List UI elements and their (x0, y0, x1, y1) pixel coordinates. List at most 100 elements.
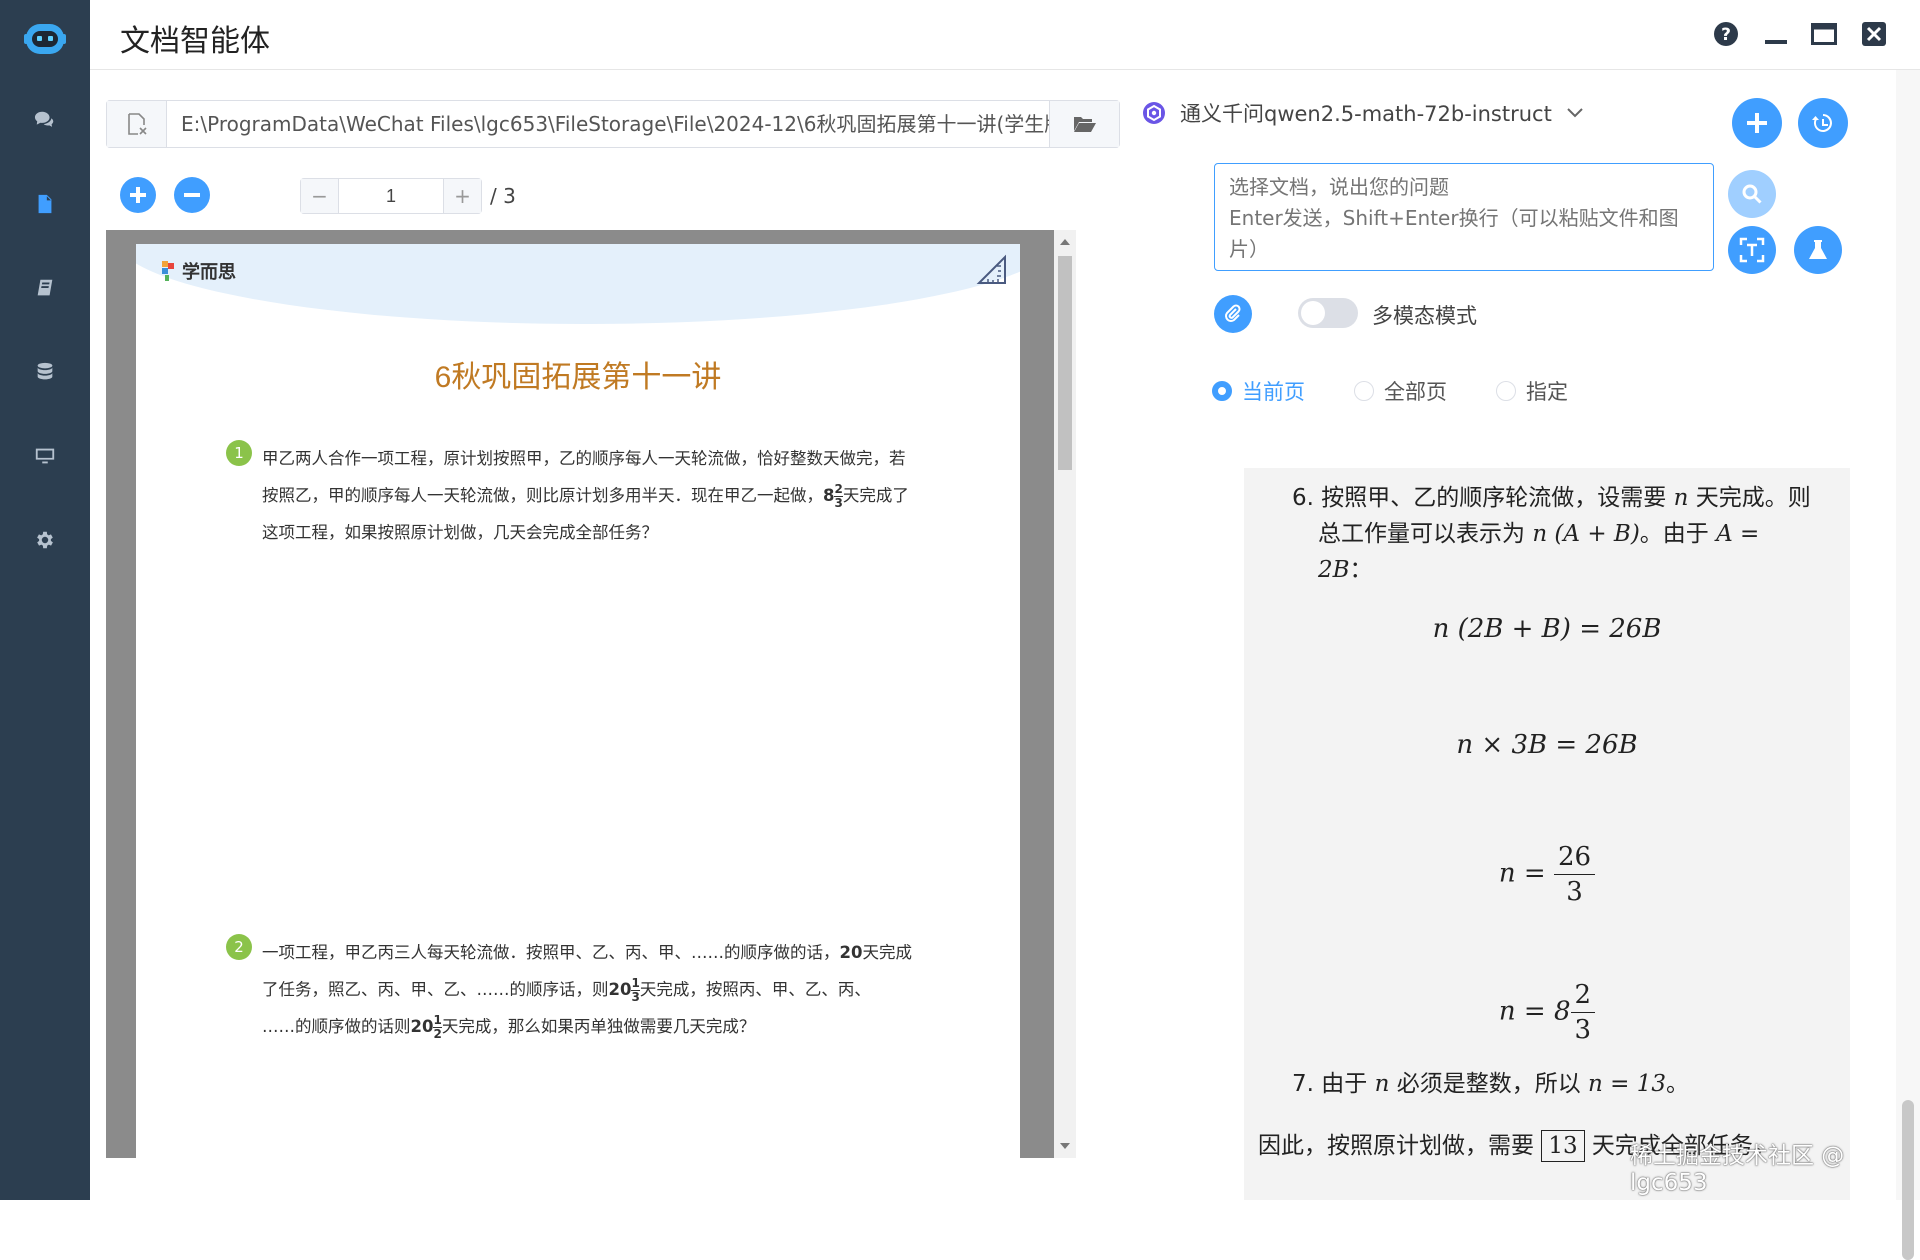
pdf-scrollbar[interactable] (1054, 230, 1076, 1158)
minimize-button[interactable] (1760, 18, 1792, 50)
equation-3: n = 26 3 (1244, 840, 1850, 909)
app-title: 文档智能体 (120, 24, 270, 59)
question-line: 了任务，照乙、丙、甲、乙、……的顺序话，则20 1 3 天完成，按照丙、甲、乙、丙、 (262, 976, 871, 1004)
question-line: 一项工程，甲乙丙三人每天轮流做．按照甲、乙、丙、甲、……的顺序做的话，20天完成 (262, 943, 912, 962)
watermark: 稀土掘金技术社区 @ lgc653 (1630, 1143, 1845, 1196)
page-increment-button[interactable]: + (443, 179, 481, 213)
equation-4: n = 823 (1244, 978, 1850, 1047)
toggle-knob (1301, 301, 1325, 325)
sidebar (0, 0, 90, 1200)
history-button[interactable] (1798, 98, 1848, 148)
radio-label: 全部页 (1384, 380, 1447, 404)
file-path-input[interactable]: E:\ProgramData\WeChat Files\lgc653\FileS… (167, 101, 1049, 147)
radio-label: 当前页 (1242, 380, 1305, 404)
folder-open-icon (1073, 117, 1096, 132)
open-folder-button[interactable] (1049, 101, 1119, 147)
ruler-icon (976, 254, 1006, 284)
sidebar-item-settings[interactable] (0, 498, 90, 582)
search-icon (1742, 184, 1762, 204)
question-number-badge: 1 (226, 440, 252, 466)
radio-dot (1354, 381, 1374, 401)
question-line: ……的顺序做的话则20 1 2 天完成，那么如果丙单独做需要几天完成？ (262, 1013, 756, 1041)
history-icon (1812, 114, 1832, 132)
question-line: 甲乙两人合作一项工程，原计划按照甲，乙的顺序每人一天轮流做，恰好整数天做完，若 (262, 449, 906, 468)
help-button[interactable]: ? (1710, 18, 1742, 50)
experiment-button[interactable] (1794, 226, 1842, 274)
close-icon (1862, 22, 1886, 46)
database-icon (37, 362, 53, 380)
brand-name: 学而思 (182, 262, 236, 283)
question-text: 甲乙两人合作一项工程，原计划按照甲，乙的顺序每人一天轮流做，恰好整数天做完，若 … (262, 440, 942, 551)
multimodal-toggle[interactable] (1298, 298, 1358, 328)
question-line: 按照乙，甲的顺序每人一天轮流做，则比原计划多用半天．现在甲乙一起做，8 2 3 天完成… (262, 482, 909, 510)
page-navigator: − + / 3 (300, 177, 516, 215)
flask-icon (1809, 240, 1827, 259)
answer-step-7: 7. 由于 n 必须是整数，所以 n = 13。 (1292, 1071, 1690, 1097)
plus-icon (1747, 113, 1767, 133)
radio-label: 指定 (1526, 380, 1568, 404)
question-number-badge: 2 (226, 934, 252, 960)
maximize-button[interactable] (1808, 18, 1840, 50)
question-line: 这项工程，如果按照原计划做，几天会完成全部任务？ (262, 523, 658, 542)
radio-current-page[interactable]: 当前页 (1212, 376, 1305, 406)
brand-logo: 学而思 (160, 258, 236, 284)
minus-icon (184, 193, 200, 197)
page-number-input[interactable] (339, 179, 443, 213)
monitor-icon (35, 448, 55, 464)
question-2: 2 一项工程，甲乙丙三人每天轮流做．按照甲、乙、丙、甲、……的顺序做的话，20天… (226, 934, 946, 1054)
maximize-icon (1811, 23, 1837, 45)
page-header-decoration (136, 244, 1020, 324)
document-icon (38, 194, 52, 214)
equation-1: n (2B + B) = 26B (1432, 614, 1662, 644)
chevron-down-icon (1567, 108, 1583, 118)
book-icon (37, 279, 53, 296)
file-clear-icon (127, 113, 147, 135)
qwen-model-icon (1143, 102, 1165, 124)
plus-icon (130, 187, 146, 203)
zoom-out-button[interactable] (174, 177, 210, 213)
pdf-scroll-thumb[interactable] (1058, 256, 1072, 470)
search-button[interactable] (1728, 170, 1776, 218)
pdf-viewer[interactable]: 学而思 6秋巩固拓展第十一讲 1 甲乙两人合作一项工程，原计划按照甲，乙的顺序每… (106, 230, 1076, 1158)
robot-logo-icon (24, 24, 66, 54)
page-decrement-button[interactable]: − (301, 179, 339, 213)
clear-file-button[interactable] (107, 101, 167, 147)
document-title: 6秋巩固拓展第十一讲 (434, 361, 722, 394)
question-input[interactable] (1214, 163, 1714, 271)
brand-mark-icon (162, 261, 174, 281)
answer-step-6-line-1: 6. 按照甲、乙的顺序轮流做，设需要 n 天完成。则 (1292, 485, 1811, 511)
svg-text:?: ? (1721, 25, 1731, 45)
scroll-up-icon (1060, 239, 1070, 245)
sidebar-item-chat[interactable] (0, 78, 90, 162)
sidebar-item-book[interactable] (0, 246, 90, 330)
minimize-icon (1765, 40, 1787, 44)
answer-boxed-value: 13 (1541, 1130, 1585, 1162)
answer-step-6-line-2: 总工作量可以表示为 n (A + B)。由于 A = (1318, 521, 1760, 547)
radio-dot (1496, 381, 1516, 401)
pdf-page: 学而思 6秋巩固拓展第十一讲 1 甲乙两人合作一项工程，原计划按照甲，乙的顺序每… (136, 244, 1020, 1158)
model-selector[interactable]: 通义千问qwen2.5-math-72b-instruct (1142, 98, 1584, 128)
answer-panel: 6. 按照甲、乙的顺序轮流做，设需要 n 天完成。则 总工作量可以表示为 n (… (1244, 468, 1850, 1200)
ocr-button[interactable] (1728, 226, 1776, 274)
sidebar-item-document[interactable] (0, 162, 90, 246)
radio-specified[interactable]: 指定 (1496, 376, 1568, 406)
help-icon: ? (1714, 22, 1738, 46)
file-path-bar: E:\ProgramData\WeChat Files\lgc653\FileS… (106, 100, 1120, 148)
new-chat-button[interactable] (1732, 98, 1782, 148)
attach-button[interactable] (1214, 295, 1252, 333)
page-total: / 3 (490, 184, 516, 208)
chat-icon (34, 111, 54, 127)
radio-all-pages[interactable]: 全部页 (1354, 376, 1447, 406)
paperclip-icon (1225, 304, 1241, 322)
zoom-in-button[interactable] (120, 177, 156, 213)
question-text: 一项工程，甲乙丙三人每天轮流做．按照甲、乙、丙、甲、……的顺序做的话，20天完成… (262, 934, 942, 1045)
close-button[interactable] (1858, 18, 1890, 50)
equation-2: n × 3B = 26B (1456, 730, 1638, 760)
radio-dot (1212, 381, 1232, 401)
text-scan-icon (1739, 237, 1765, 263)
gear-icon (37, 531, 53, 549)
sidebar-item-monitor[interactable] (0, 414, 90, 498)
sidebar-item-database[interactable] (0, 330, 90, 414)
chat-scrollbar[interactable] (1896, 70, 1920, 1260)
model-name: 通义千问qwen2.5-math-72b-instruct (1180, 102, 1552, 126)
